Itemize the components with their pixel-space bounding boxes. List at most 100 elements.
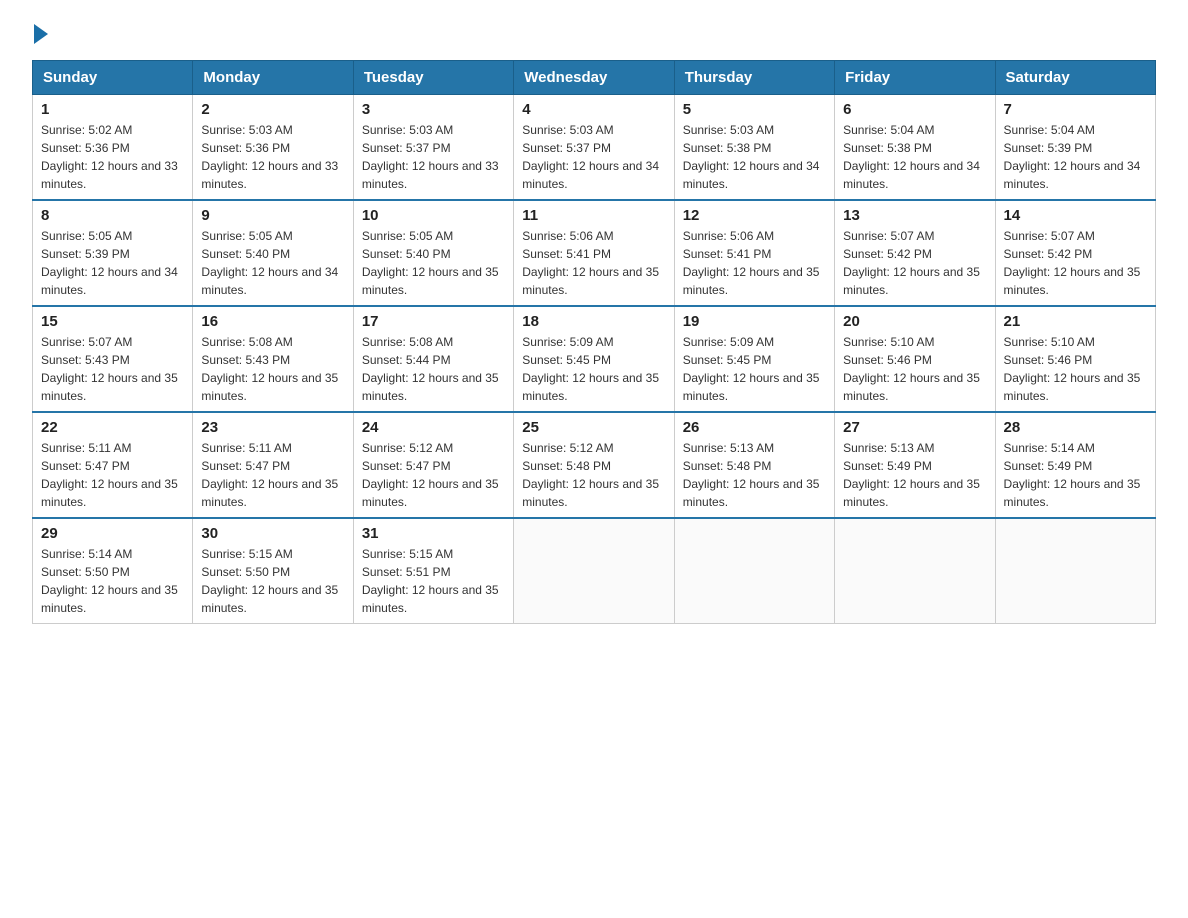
calendar-cell: 14 Sunrise: 5:07 AMSunset: 5:42 PMDaylig… [995, 200, 1155, 306]
day-info: Sunrise: 5:07 AMSunset: 5:42 PMDaylight:… [1004, 229, 1141, 297]
calendar-week-row: 22 Sunrise: 5:11 AMSunset: 5:47 PMDaylig… [33, 412, 1156, 518]
calendar-cell: 20 Sunrise: 5:10 AMSunset: 5:46 PMDaylig… [835, 306, 995, 412]
day-info: Sunrise: 5:05 AMSunset: 5:39 PMDaylight:… [41, 229, 178, 297]
calendar-week-row: 15 Sunrise: 5:07 AMSunset: 5:43 PMDaylig… [33, 306, 1156, 412]
day-info: Sunrise: 5:12 AMSunset: 5:48 PMDaylight:… [522, 441, 659, 509]
day-info: Sunrise: 5:03 AMSunset: 5:36 PMDaylight:… [201, 123, 338, 191]
day-number: 7 [1004, 101, 1147, 118]
day-number: 17 [362, 313, 505, 330]
calendar-cell: 3 Sunrise: 5:03 AMSunset: 5:37 PMDayligh… [353, 95, 513, 201]
calendar-cell: 15 Sunrise: 5:07 AMSunset: 5:43 PMDaylig… [33, 306, 193, 412]
calendar-header-row: SundayMondayTuesdayWednesdayThursdayFrid… [33, 61, 1156, 95]
day-info: Sunrise: 5:10 AMSunset: 5:46 PMDaylight:… [843, 335, 980, 403]
calendar-cell: 6 Sunrise: 5:04 AMSunset: 5:38 PMDayligh… [835, 95, 995, 201]
calendar-cell [995, 518, 1155, 624]
day-number: 21 [1004, 313, 1147, 330]
calendar-cell [514, 518, 674, 624]
day-number: 30 [201, 525, 344, 542]
calendar-cell: 17 Sunrise: 5:08 AMSunset: 5:44 PMDaylig… [353, 306, 513, 412]
day-number: 24 [362, 419, 505, 436]
day-info: Sunrise: 5:14 AMSunset: 5:50 PMDaylight:… [41, 547, 178, 615]
day-info: Sunrise: 5:15 AMSunset: 5:51 PMDaylight:… [362, 547, 499, 615]
calendar-cell [835, 518, 995, 624]
calendar-week-row: 29 Sunrise: 5:14 AMSunset: 5:50 PMDaylig… [33, 518, 1156, 624]
day-number: 9 [201, 207, 344, 224]
calendar-cell: 16 Sunrise: 5:08 AMSunset: 5:43 PMDaylig… [193, 306, 353, 412]
day-info: Sunrise: 5:09 AMSunset: 5:45 PMDaylight:… [683, 335, 820, 403]
day-number: 1 [41, 101, 184, 118]
day-info: Sunrise: 5:13 AMSunset: 5:49 PMDaylight:… [843, 441, 980, 509]
day-number: 31 [362, 525, 505, 542]
day-info: Sunrise: 5:03 AMSunset: 5:38 PMDaylight:… [683, 123, 820, 191]
header-friday: Friday [835, 61, 995, 95]
calendar-cell: 9 Sunrise: 5:05 AMSunset: 5:40 PMDayligh… [193, 200, 353, 306]
calendar-cell: 5 Sunrise: 5:03 AMSunset: 5:38 PMDayligh… [674, 95, 834, 201]
calendar-cell: 26 Sunrise: 5:13 AMSunset: 5:48 PMDaylig… [674, 412, 834, 518]
calendar-cell: 23 Sunrise: 5:11 AMSunset: 5:47 PMDaylig… [193, 412, 353, 518]
day-number: 19 [683, 313, 826, 330]
day-info: Sunrise: 5:02 AMSunset: 5:36 PMDaylight:… [41, 123, 178, 191]
day-number: 23 [201, 419, 344, 436]
calendar-cell: 22 Sunrise: 5:11 AMSunset: 5:47 PMDaylig… [33, 412, 193, 518]
calendar-cell: 21 Sunrise: 5:10 AMSunset: 5:46 PMDaylig… [995, 306, 1155, 412]
day-info: Sunrise: 5:12 AMSunset: 5:47 PMDaylight:… [362, 441, 499, 509]
day-number: 12 [683, 207, 826, 224]
calendar-cell [674, 518, 834, 624]
header-saturday: Saturday [995, 61, 1155, 95]
day-info: Sunrise: 5:14 AMSunset: 5:49 PMDaylight:… [1004, 441, 1141, 509]
calendar-cell: 4 Sunrise: 5:03 AMSunset: 5:37 PMDayligh… [514, 95, 674, 201]
day-number: 26 [683, 419, 826, 436]
header-thursday: Thursday [674, 61, 834, 95]
day-number: 20 [843, 313, 986, 330]
day-number: 10 [362, 207, 505, 224]
day-info: Sunrise: 5:15 AMSunset: 5:50 PMDaylight:… [201, 547, 338, 615]
logo-arrow-icon [34, 24, 48, 44]
calendar-cell: 27 Sunrise: 5:13 AMSunset: 5:49 PMDaylig… [835, 412, 995, 518]
day-number: 14 [1004, 207, 1147, 224]
day-number: 13 [843, 207, 986, 224]
day-number: 28 [1004, 419, 1147, 436]
calendar-cell: 25 Sunrise: 5:12 AMSunset: 5:48 PMDaylig… [514, 412, 674, 518]
day-info: Sunrise: 5:04 AMSunset: 5:38 PMDaylight:… [843, 123, 980, 191]
calendar-cell: 18 Sunrise: 5:09 AMSunset: 5:45 PMDaylig… [514, 306, 674, 412]
day-number: 3 [362, 101, 505, 118]
day-number: 8 [41, 207, 184, 224]
calendar-cell: 24 Sunrise: 5:12 AMSunset: 5:47 PMDaylig… [353, 412, 513, 518]
calendar-cell: 8 Sunrise: 5:05 AMSunset: 5:39 PMDayligh… [33, 200, 193, 306]
day-number: 27 [843, 419, 986, 436]
day-info: Sunrise: 5:08 AMSunset: 5:44 PMDaylight:… [362, 335, 499, 403]
day-number: 22 [41, 419, 184, 436]
day-number: 18 [522, 313, 665, 330]
day-info: Sunrise: 5:03 AMSunset: 5:37 PMDaylight:… [522, 123, 659, 191]
day-info: Sunrise: 5:07 AMSunset: 5:43 PMDaylight:… [41, 335, 178, 403]
day-info: Sunrise: 5:13 AMSunset: 5:48 PMDaylight:… [683, 441, 820, 509]
calendar-cell: 31 Sunrise: 5:15 AMSunset: 5:51 PMDaylig… [353, 518, 513, 624]
calendar-cell: 11 Sunrise: 5:06 AMSunset: 5:41 PMDaylig… [514, 200, 674, 306]
page-header [32, 24, 1156, 44]
day-number: 29 [41, 525, 184, 542]
calendar-cell: 10 Sunrise: 5:05 AMSunset: 5:40 PMDaylig… [353, 200, 513, 306]
day-number: 11 [522, 207, 665, 224]
header-tuesday: Tuesday [353, 61, 513, 95]
calendar-cell: 19 Sunrise: 5:09 AMSunset: 5:45 PMDaylig… [674, 306, 834, 412]
day-number: 15 [41, 313, 184, 330]
calendar-cell: 7 Sunrise: 5:04 AMSunset: 5:39 PMDayligh… [995, 95, 1155, 201]
day-info: Sunrise: 5:08 AMSunset: 5:43 PMDaylight:… [201, 335, 338, 403]
day-number: 5 [683, 101, 826, 118]
calendar-cell: 12 Sunrise: 5:06 AMSunset: 5:41 PMDaylig… [674, 200, 834, 306]
day-number: 2 [201, 101, 344, 118]
day-info: Sunrise: 5:11 AMSunset: 5:47 PMDaylight:… [41, 441, 178, 509]
day-number: 6 [843, 101, 986, 118]
header-sunday: Sunday [33, 61, 193, 95]
day-number: 16 [201, 313, 344, 330]
day-info: Sunrise: 5:05 AMSunset: 5:40 PMDaylight:… [362, 229, 499, 297]
calendar-cell: 1 Sunrise: 5:02 AMSunset: 5:36 PMDayligh… [33, 95, 193, 201]
header-monday: Monday [193, 61, 353, 95]
calendar-cell: 30 Sunrise: 5:15 AMSunset: 5:50 PMDaylig… [193, 518, 353, 624]
day-info: Sunrise: 5:07 AMSunset: 5:42 PMDaylight:… [843, 229, 980, 297]
calendar-week-row: 8 Sunrise: 5:05 AMSunset: 5:39 PMDayligh… [33, 200, 1156, 306]
day-number: 25 [522, 419, 665, 436]
calendar-week-row: 1 Sunrise: 5:02 AMSunset: 5:36 PMDayligh… [33, 95, 1156, 201]
day-info: Sunrise: 5:10 AMSunset: 5:46 PMDaylight:… [1004, 335, 1141, 403]
day-info: Sunrise: 5:06 AMSunset: 5:41 PMDaylight:… [683, 229, 820, 297]
